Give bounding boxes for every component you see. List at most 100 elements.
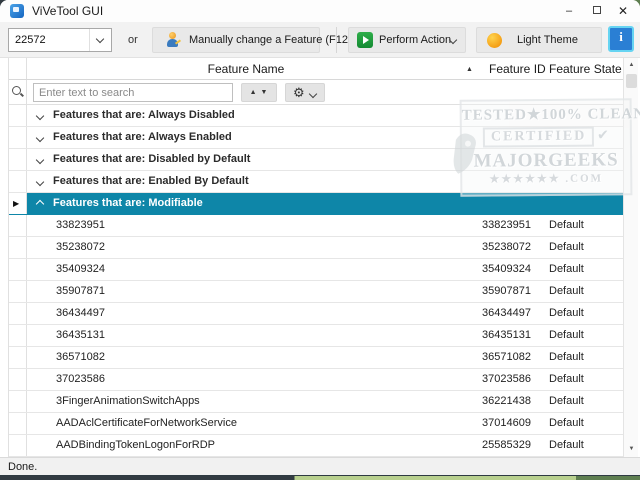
scrollbar-thumb[interactable] [626, 74, 637, 88]
feature-id-cell: 36571082 [429, 347, 531, 368]
feature-id-cell: 36434497 [429, 303, 531, 324]
feature-state-cell: Default [549, 281, 584, 302]
perform-action-button[interactable]: Perform Action [348, 27, 466, 53]
app-window: ViVeTool GUI – ✕ 22572 or Manually chang… [0, 0, 640, 476]
feature-name-cell: 37023586 [56, 369, 105, 390]
feature-state-cell: Default [549, 413, 584, 434]
status-bar: Done. [0, 457, 640, 476]
feature-row[interactable]: 33823951 33823951 Default [9, 215, 623, 237]
feature-state-cell: Default [549, 347, 584, 368]
feature-row[interactable]: 36435131 36435131 Default [9, 325, 623, 347]
build-number-combobox[interactable]: 22572 [8, 28, 112, 52]
arrow-up-icon: ▲ [629, 62, 635, 68]
feature-name-cell: 36571082 [56, 347, 105, 368]
chevron-down-icon [36, 134, 44, 142]
combobox-dropdown-button[interactable] [89, 29, 111, 51]
manually-change-feature-button[interactable]: Manually change a Feature (F12) [152, 27, 320, 53]
feature-row[interactable]: 3FingerAnimationSwitchApps 36221438 Defa… [9, 391, 623, 413]
feature-name-cell: AADAclCertificateForNetworkService [56, 413, 237, 434]
group-row[interactable]: Features that are: Disabled by Default [9, 149, 623, 171]
grid-search-row: ▲▼ ⚙ [9, 80, 623, 105]
feature-name-cell: 35238072 [56, 237, 105, 258]
feature-name-cell: 35907871 [56, 281, 105, 302]
feature-name-cell: 33823951 [56, 215, 105, 236]
feature-row[interactable]: AADBindingTokenLogonForRDP 25585329 Defa… [9, 435, 623, 457]
group-row[interactable]: Features that are: Always Disabled [9, 105, 623, 127]
column-header-feature-name[interactable]: Feature Name [26, 58, 466, 80]
feature-id-cell: 37014609 [429, 413, 531, 434]
feature-state-cell: Default [549, 369, 584, 390]
manual-button-label: Manually change a Feature (F12) [189, 28, 352, 52]
or-label: or [128, 22, 138, 58]
theme-button-label: Light Theme [517, 28, 578, 52]
feature-row[interactable]: 36571082 36571082 Default [9, 347, 623, 369]
maximize-icon [593, 6, 601, 14]
feature-name-cell: 36435131 [56, 325, 105, 346]
column-header-feature-id[interactable]: Feature ID [489, 58, 546, 80]
toolbar-separator [336, 27, 337, 53]
feature-row[interactable]: 35907871 35907871 Default [9, 281, 623, 303]
feature-state-cell: Default [549, 303, 584, 324]
chevron-down-icon [36, 156, 44, 164]
feature-row[interactable]: AADAclCertificateForNetworkService 37014… [9, 413, 623, 435]
feature-row[interactable]: 36434497 36434497 Default [9, 303, 623, 325]
feature-state-cell: Default [549, 237, 584, 258]
feature-state-cell: Default [549, 325, 584, 346]
feature-state-cell: Default [549, 259, 584, 280]
feature-grid: Feature Name ▲ Feature ID Feature State … [8, 58, 638, 457]
feature-id-cell: 35409324 [429, 259, 531, 280]
column-header-feature-state[interactable]: Feature State [549, 58, 622, 80]
sun-icon [487, 33, 502, 48]
grid-header-row: Feature Name ▲ Feature ID Feature State [9, 58, 623, 80]
arrow-down-icon: ▼ [629, 446, 635, 452]
search-input[interactable] [33, 83, 233, 102]
minimize-button[interactable]: – [556, 0, 582, 22]
feature-name-cell: 36434497 [56, 303, 105, 324]
feature-id-cell: 37023586 [429, 369, 531, 390]
feature-row[interactable]: 35238072 35238072 Default [9, 237, 623, 259]
feature-row[interactable]: 35409324 35409324 Default [9, 259, 623, 281]
arrow-down-icon: ▼ [261, 89, 272, 96]
scroll-up-button[interactable]: ▲ [624, 58, 639, 73]
feature-state-cell: Default [549, 391, 584, 412]
search-icon [12, 86, 24, 98]
chevron-down-icon [36, 178, 44, 186]
feature-id-cell: 33823951 [429, 215, 531, 236]
feature-row[interactable]: 37023586 37023586 Default [9, 369, 623, 391]
feature-state-cell: Default [549, 215, 584, 236]
maximize-button[interactable] [584, 0, 610, 22]
chevron-up-icon [36, 200, 44, 208]
about-info-button[interactable]: i [608, 26, 634, 52]
search-prev-next-buttons[interactable]: ▲▼ [241, 83, 277, 102]
arrow-up-icon: ▲ [250, 89, 261, 96]
feature-id-cell: 35238072 [429, 237, 531, 258]
search-settings-button[interactable]: ⚙ [285, 83, 325, 102]
feature-id-cell: 36221438 [429, 391, 531, 412]
scroll-down-button[interactable]: ▼ [624, 442, 639, 457]
light-theme-button[interactable]: Light Theme [476, 27, 602, 53]
sort-ascending-icon: ▲ [466, 66, 473, 73]
feature-id-cell: 36435131 [429, 325, 531, 346]
perform-button-label: Perform Action [379, 28, 451, 52]
chevron-down-icon [96, 35, 104, 43]
feature-name-cell: AADBindingTokenLogonForRDP [56, 435, 215, 456]
close-icon: ✕ [618, 4, 628, 18]
grid-rows: Features that are: Always Disabled Featu… [9, 105, 623, 457]
toolbar: 22572 or Manually change a Feature (F12)… [0, 22, 640, 58]
title-bar: ViVeTool GUI – ✕ [0, 0, 640, 22]
app-icon [10, 4, 24, 18]
selected-row-marker-icon: ▶ [13, 199, 19, 208]
chevron-down-icon [36, 112, 44, 120]
feature-state-cell: Default [549, 435, 584, 456]
gear-icon: ⚙ [293, 84, 305, 101]
close-button[interactable]: ✕ [610, 0, 636, 22]
info-icon: i [610, 29, 632, 45]
vertical-scrollbar[interactable]: ▲ ▼ [623, 58, 638, 457]
status-text: Done. [8, 458, 37, 476]
group-row[interactable]: Features that are: Modifiable ▶ [9, 193, 623, 215]
group-row[interactable]: Features that are: Always Enabled [9, 127, 623, 149]
feature-id-cell: 25585329 [429, 435, 531, 456]
chevron-down-icon [309, 90, 317, 98]
play-icon [357, 32, 373, 48]
group-row[interactable]: Features that are: Enabled By Default [9, 171, 623, 193]
